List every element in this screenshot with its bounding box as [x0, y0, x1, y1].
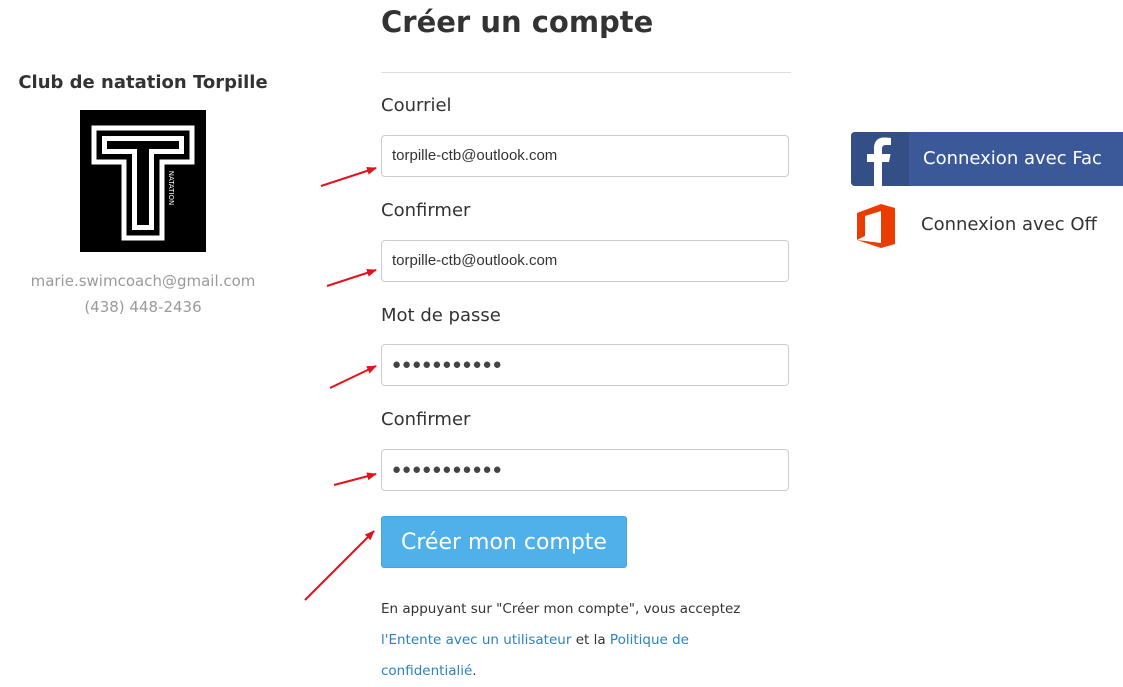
password-label: Mot de passe [381, 305, 501, 326]
facebook-icon [851, 132, 909, 186]
create-account-button[interactable]: Créer mon compte [381, 516, 627, 568]
password-confirm-label: Confirmer [381, 409, 471, 430]
email-field-value: torpille-ctb@outlook.com [392, 147, 558, 164]
club-email: marie.swimcoach@gmail.com [30, 272, 256, 290]
password-field-value: ●●●●●●●●●●● [392, 356, 503, 373]
register-form: Créer un compte Courriel torpille-ctb@ou… [381, 0, 791, 679]
email-label: Courriel [381, 95, 452, 116]
club-phone: (438) 448-2436 [84, 298, 202, 316]
email-confirm-field[interactable]: torpille-ctb@outlook.com [381, 240, 789, 282]
password-confirm-field[interactable]: ●●●●●●●●●●● [381, 449, 789, 491]
club-name: Club de natation Torpille [18, 72, 268, 93]
office-login-button[interactable]: Connexion avec Off [851, 198, 1123, 252]
club-logo-side-text: NATATION [167, 171, 175, 206]
email-confirm-field-value: torpille-ctb@outlook.com [392, 252, 558, 269]
privacy-link-part-1[interactable]: Politique de [610, 632, 689, 648]
office-icon [857, 204, 895, 248]
title-divider [381, 72, 791, 73]
annotation-arrow [326, 268, 377, 287]
email-field[interactable]: torpille-ctb@outlook.com [381, 135, 789, 177]
password-field[interactable]: ●●●●●●●●●●● [381, 344, 789, 386]
legal-text-1: En appuyant sur "Créer mon compte", vous… [381, 601, 741, 617]
annotation-arrow [320, 166, 377, 187]
facebook-login-label: Connexion avec Fac [923, 148, 1102, 169]
legal-notice: En appuyant sur "Créer mon compte", vous… [381, 594, 801, 687]
legal-text-end: . [472, 663, 477, 679]
facebook-login-button[interactable]: Connexion avec Fac [851, 132, 1123, 186]
annotation-arrow [329, 365, 377, 389]
annotation-arrow [333, 472, 377, 486]
password-confirm-field-value: ●●●●●●●●●●● [392, 461, 503, 478]
club-logo: NATATION [80, 110, 206, 252]
office-login-label: Connexion avec Off [921, 214, 1097, 235]
privacy-link-part-2[interactable]: confidentialié [381, 663, 472, 679]
annotation-arrow [304, 530, 375, 601]
email-confirm-label: Confirmer [381, 200, 471, 221]
page-title: Créer un compte [381, 5, 654, 39]
terms-link[interactable]: l'Entente avec un utilisateur [381, 632, 571, 648]
legal-text-2: et la [571, 632, 610, 648]
club-panel: Club de natation Torpille NATATION marie… [0, 70, 286, 320]
